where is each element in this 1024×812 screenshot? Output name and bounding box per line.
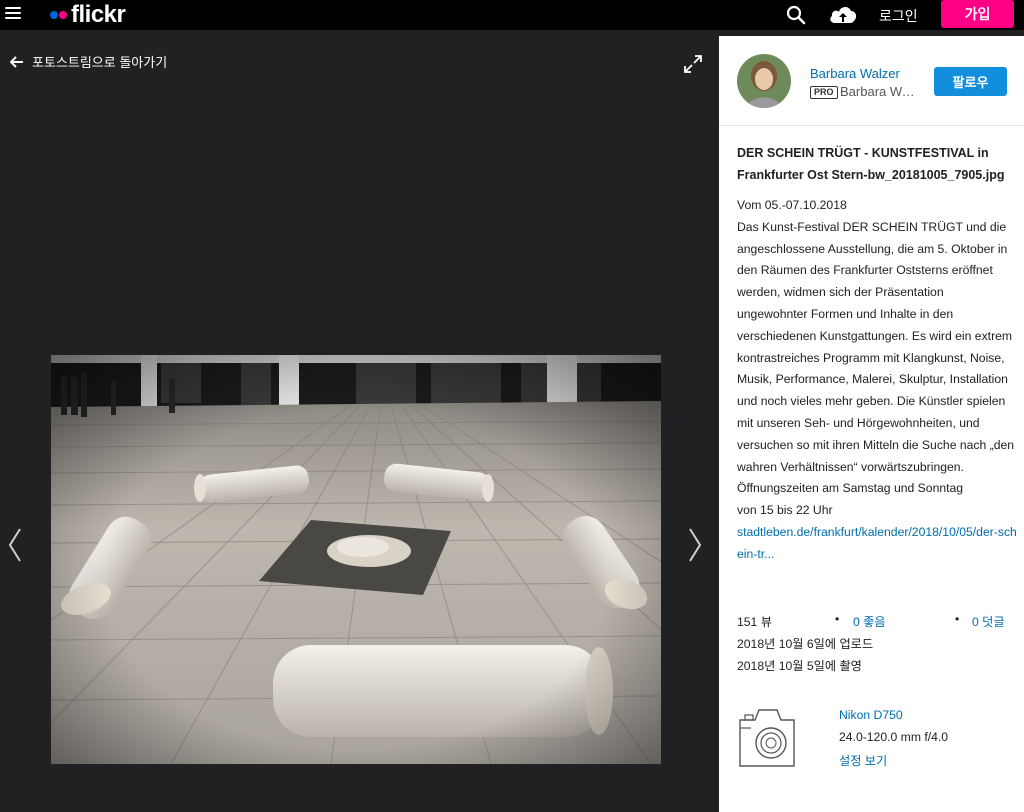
hamburger-icon[interactable] bbox=[5, 7, 21, 21]
views-count: 151 뷰 bbox=[737, 615, 772, 629]
back-to-photostream-label: 포토스트림으로 돌아가기 bbox=[32, 55, 168, 70]
back-to-photostream-link[interactable]: 포토스트림으로 돌아가기 bbox=[10, 52, 167, 71]
author-name-link[interactable]: Barbara Walzer bbox=[810, 66, 900, 81]
logo-pink-dot bbox=[59, 11, 67, 19]
cloud-upload-icon[interactable] bbox=[828, 3, 858, 27]
follow-button[interactable]: 팔로우 bbox=[934, 67, 1007, 96]
top-navigation-bar: flickr 로그인 가입 bbox=[0, 0, 1024, 30]
author-avatar[interactable] bbox=[737, 54, 791, 108]
bullet-separator: • bbox=[835, 612, 840, 626]
logo-blue-dot bbox=[50, 11, 58, 19]
faves-link[interactable]: 0 좋음 bbox=[853, 612, 886, 630]
taken-date: 2018년 10월 5일에 촬영 bbox=[737, 659, 862, 673]
description-line: von 15 bis 22 Uhr bbox=[737, 503, 833, 518]
upload-date: 2018년 10월 6일에 업로드 bbox=[737, 637, 874, 651]
signup-button[interactable]: 가입 bbox=[941, 0, 1014, 28]
lens-info: 24.0-120.0 mm f/4.0 bbox=[839, 730, 949, 744]
description-line: Das Kunst-Festival DER SCHEIN TRÜGT und … bbox=[737, 219, 1015, 474]
photo-info-panel: Barbara Walzer PRO Barbara Walzer 팔로우 DE… bbox=[719, 36, 1024, 812]
comments-link[interactable]: 0 덧글 bbox=[972, 612, 1005, 630]
author-header: Barbara Walzer PRO Barbara Walzer 팔로우 bbox=[719, 36, 1024, 126]
camera-model-link[interactable]: Nikon D750 bbox=[839, 708, 903, 722]
photo-title: DER SCHEIN TRÜGT - KUNSTFESTIVAL in Fran… bbox=[737, 146, 1005, 182]
search-icon[interactable] bbox=[786, 5, 806, 25]
photo-description: Vom 05.-07.10.2018 Das Kunst-Festival DE… bbox=[737, 195, 1017, 566]
camera-icon bbox=[739, 709, 795, 767]
pro-badge: PRO bbox=[810, 86, 838, 99]
chevron-left-icon[interactable] bbox=[6, 526, 24, 564]
arrow-left-icon bbox=[10, 55, 23, 68]
photo-viewer: 포토스트림으로 돌아가기 bbox=[0, 30, 719, 812]
photo-stats: 151 뷰 • 0 좋음 • 0 덧글 bbox=[737, 609, 1012, 631]
author-subname[interactable]: Barbara Walzer bbox=[840, 84, 915, 99]
description-link[interactable]: stadtleben.de/frankfurt/kalender/2018/10… bbox=[737, 522, 1017, 566]
bullet-separator: • bbox=[955, 612, 960, 626]
logo-text: flickr bbox=[71, 1, 126, 28]
chevron-right-icon[interactable] bbox=[686, 526, 704, 564]
view-settings-link[interactable]: 설정 보기 bbox=[839, 751, 887, 769]
description-line: Öffnungszeiten am Samstag und Sonntag bbox=[737, 481, 964, 496]
main-photo[interactable] bbox=[51, 355, 661, 764]
flickr-logo[interactable]: flickr bbox=[50, 0, 126, 30]
description-line: Vom 05.-07.10.2018 bbox=[737, 198, 847, 212]
login-link[interactable]: 로그인 bbox=[879, 6, 918, 26]
expand-icon[interactable] bbox=[683, 54, 703, 74]
